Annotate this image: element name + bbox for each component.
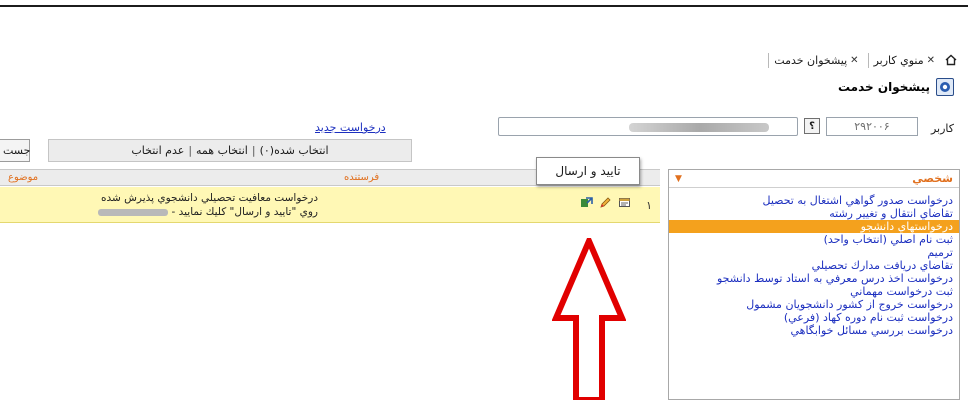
sidebar-item-student-requests[interactable]: درخواستهاي دانشجو (669, 220, 959, 233)
user-id-field[interactable]: ۲۹۲۰۰۶ (826, 117, 918, 136)
row-subject-text: روي "تاييد و ارسال" كليك نماييد - (171, 206, 318, 218)
sidebar-item-dormitory[interactable]: درخواست بررسي مسائل خوابگاهي (675, 324, 953, 337)
document-icon[interactable] (618, 196, 631, 209)
sidebar-header[interactable]: شخصي ▼ (669, 170, 959, 188)
table-row[interactable]: ۱ درخواست معافيت تحصيلي دانشجوي پذيرش شد… (0, 187, 660, 223)
breadcrumb-label[interactable]: پيشخوان خدمت (774, 54, 847, 67)
new-request-link[interactable]: درخواست جديد (315, 121, 386, 134)
selection-toolbar: انتخاب شده(۰) | انتخاب همه | عدم انتخاب (48, 139, 412, 162)
annotation-arrow-icon (552, 238, 626, 400)
column-header-sender[interactable]: فرستنده (344, 172, 379, 183)
sidebar-item-add-drop[interactable]: ترميم (675, 246, 953, 259)
close-icon[interactable]: ✕ (927, 55, 935, 66)
breadcrumb-item-service-desk[interactable]: ✕ پيشخوان خدمت (768, 52, 863, 68)
sidebar-item-main-registration[interactable]: ثبت نام اصلي (انتخاب واحد) (675, 233, 953, 246)
row-subject: درخواست معافيت تحصيلي دانشجوي پذيرش شده … (8, 191, 318, 219)
breadcrumb-item-user-menu[interactable]: ✕ منوي كاربر (867, 52, 940, 68)
deselect-all-link[interactable]: عدم انتخاب (131, 144, 184, 157)
sidebar-item-exit-country[interactable]: درخواست خروج از كشور دانشجويان مشمول (675, 298, 953, 311)
home-icon[interactable] (944, 53, 958, 67)
info-icon (936, 78, 954, 96)
row-actions (580, 196, 631, 209)
row-subject-line1: درخواست معافيت تحصيلي دانشجوي پذيرش شده (100, 192, 318, 204)
search-button[interactable]: جست (0, 139, 30, 162)
sidebar-item-guest-request[interactable]: ثبت درخواست مهماني (675, 285, 953, 298)
sidebar-item-transfer-major[interactable]: تقاضاي انتقال و تغيير رشته (675, 207, 953, 220)
breadcrumb-label[interactable]: منوي كاربر (874, 54, 924, 67)
top-divider (0, 5, 968, 7)
redacted-text (98, 208, 169, 216)
separator: | (188, 144, 193, 157)
approve-send-icon[interactable] (580, 196, 593, 209)
separator: | (251, 144, 256, 157)
user-lookup-button[interactable]: ؟ (804, 118, 820, 134)
sidebar-item-minor-registration[interactable]: درخواست ثبت نام دوره كهاد (فرعي) (675, 311, 953, 324)
approve-send-tooltip: تاييد و ارسال (536, 157, 640, 185)
redacted-name (629, 123, 769, 132)
user-name-field[interactable] (498, 117, 798, 136)
row-number: ۱ (646, 199, 652, 212)
column-header-subject[interactable]: موضوع (8, 172, 38, 183)
sidebar-item-documents[interactable]: تقاضاي دريافت مدارك تحصيلي (675, 259, 953, 272)
chevron-down-icon[interactable]: ▼ (675, 174, 682, 184)
sidebar-title: شخصي (912, 172, 953, 185)
sidebar-menu: درخواست صدور گواهي اشتغال به تحصيل تقاضا… (669, 188, 959, 337)
sidebar-item-course-by-instructor[interactable]: درخواست اخذ درس معرفي به استاد توسط دانش… (675, 272, 953, 285)
edit-icon[interactable] (599, 196, 612, 209)
user-label: كاربر (930, 122, 954, 135)
page-title-row: پيشخوان خدمت (838, 78, 954, 96)
row-subject-line2: روي "تاييد و ارسال" كليك نماييد - (8, 205, 318, 219)
page-title: پيشخوان خدمت (837, 80, 930, 94)
close-icon[interactable]: ✕ (850, 55, 858, 66)
selected-count[interactable]: انتخاب شده(۰) (260, 144, 329, 157)
sidebar: شخصي ▼ درخواست صدور گواهي اشتغال به تحصي… (668, 169, 960, 400)
breadcrumb: ✕ منوي كاربر ✕ پيشخوان خدمت (768, 50, 958, 70)
sidebar-item-employment-certificate[interactable]: درخواست صدور گواهي اشتغال به تحصيل (675, 194, 954, 207)
select-all-link[interactable]: انتخاب همه (196, 144, 248, 157)
